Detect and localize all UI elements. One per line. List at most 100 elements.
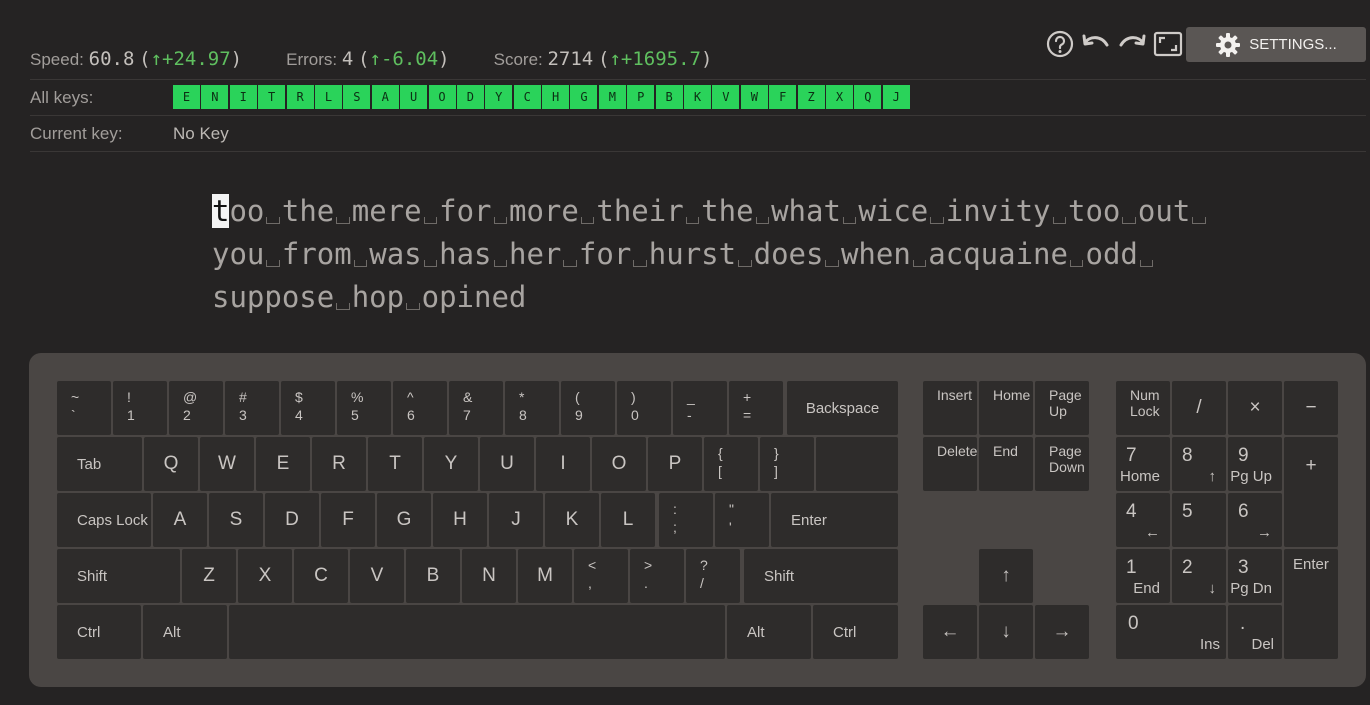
key-8[interactable]: * 8 xyxy=(505,381,559,435)
space-marker xyxy=(1138,233,1156,276)
key-backquote[interactable]: ~ ` xyxy=(57,381,111,435)
key-i[interactable]: I xyxy=(536,437,590,491)
key-num-7[interactable]: 7 Home xyxy=(1116,437,1170,491)
arrow-up-key[interactable]: ↑ xyxy=(979,549,1033,603)
key-m[interactable]: M xyxy=(518,549,572,603)
key-l[interactable]: L xyxy=(601,493,655,547)
settings-button[interactable]: SETTINGS... xyxy=(1186,27,1366,62)
key-q[interactable]: Q xyxy=(144,437,198,491)
key-num-2[interactable]: 2 ↓ xyxy=(1172,549,1226,603)
key-num-9[interactable]: 9 Pg Up xyxy=(1228,437,1282,491)
word: what xyxy=(771,194,841,228)
key-space[interactable] xyxy=(229,605,725,659)
key-insert[interactable]: Insert xyxy=(923,381,977,435)
typing-text[interactable]: too the mere for more their the what wice invity t… xyxy=(212,190,1206,319)
key-num-enter[interactable]: Enter xyxy=(1284,549,1338,659)
arrow-right-key[interactable]: → xyxy=(1035,605,1089,659)
key-t[interactable]: T xyxy=(368,437,422,491)
key-num-lock[interactable]: Num Lock xyxy=(1116,381,1170,435)
key-page-down[interactable]: Page Down xyxy=(1035,437,1089,491)
key-9[interactable]: (9 xyxy=(561,381,615,435)
errors-delta: -6.04 xyxy=(380,48,439,70)
key-chip-r: R xyxy=(286,85,314,109)
arrow-left-key[interactable]: ← xyxy=(923,605,977,659)
key-num-multiply[interactable]: × xyxy=(1228,381,1282,435)
key-shift-right[interactable]: Shift xyxy=(744,549,898,603)
key-5[interactable]: % 5 xyxy=(337,381,391,435)
word: you xyxy=(212,237,265,271)
key-u[interactable]: U xyxy=(480,437,534,491)
key-num-5[interactable]: 5 xyxy=(1172,493,1226,547)
undo-icon[interactable] xyxy=(1080,28,1112,60)
key-caps-lock[interactable]: Caps Lock xyxy=(57,493,151,547)
key-home[interactable]: Home xyxy=(979,381,1033,435)
key-7[interactable]: & 7 xyxy=(449,381,503,435)
key-n[interactable]: N xyxy=(462,549,516,603)
key-sym[interactable]: :; xyxy=(659,493,713,547)
key-num-1[interactable]: 1 End xyxy=(1116,549,1170,603)
key--[interactable]: _ - xyxy=(673,381,727,435)
key-j[interactable]: J xyxy=(489,493,543,547)
space-marker xyxy=(579,190,597,233)
key-sym[interactable]: " ' xyxy=(715,493,769,547)
key-num-3[interactable]: 3 Pg Dn xyxy=(1228,549,1282,603)
key-o[interactable]: O xyxy=(592,437,646,491)
key-num-plus[interactable]: + xyxy=(1284,437,1338,547)
key-num-minus[interactable]: − xyxy=(1284,381,1338,435)
key-sym[interactable]: {[ xyxy=(704,437,758,491)
key-enter[interactable]: Enter xyxy=(771,493,898,547)
key-num-4[interactable]: 4 ← xyxy=(1116,493,1170,547)
key-g[interactable]: G xyxy=(377,493,431,547)
key-shift-left[interactable]: Shift xyxy=(57,549,180,603)
key-y[interactable]: Y xyxy=(424,437,478,491)
key-s[interactable]: S xyxy=(209,493,263,547)
key-6[interactable]: ^ 6 xyxy=(393,381,447,435)
key-a[interactable]: A xyxy=(153,493,207,547)
key-backslash-spacer[interactable] xyxy=(816,437,898,491)
key-c[interactable]: C xyxy=(294,549,348,603)
key-ctrl-right[interactable]: Ctrl xyxy=(813,605,898,659)
key-delete[interactable]: Delete xyxy=(923,437,977,491)
key-sym[interactable]: }] xyxy=(760,437,814,491)
key-d[interactable]: D xyxy=(265,493,319,547)
key-3[interactable]: #3 xyxy=(225,381,279,435)
key-backspace[interactable]: Backspace xyxy=(787,381,898,435)
key-2[interactable]: @2 xyxy=(169,381,223,435)
key-num-0[interactable]: 0 Ins xyxy=(1116,605,1226,659)
key-k[interactable]: K xyxy=(545,493,599,547)
space-marker xyxy=(631,233,649,276)
key-end[interactable]: End xyxy=(979,437,1033,491)
arrow-down-key[interactable]: ↓ xyxy=(979,605,1033,659)
key-num-8[interactable]: 8 ↑ xyxy=(1172,437,1226,491)
key-v[interactable]: V xyxy=(350,549,404,603)
key-4[interactable]: $4 xyxy=(281,381,335,435)
key-page-up[interactable]: Page Up xyxy=(1035,381,1089,435)
stats-bar: Speed: 60.8 (↑+24.97) Errors: 4 (↑-6.04)… xyxy=(30,48,756,70)
key-h[interactable]: H xyxy=(433,493,487,547)
key-sym[interactable]: ? / xyxy=(686,549,740,603)
key-alt-right[interactable]: Alt xyxy=(727,605,811,659)
key-f[interactable]: F xyxy=(321,493,375,547)
key-0[interactable]: ) 0 xyxy=(617,381,671,435)
fullscreen-icon[interactable] xyxy=(1152,28,1184,60)
key-sym[interactable]: <, xyxy=(574,549,628,603)
key-w[interactable]: W xyxy=(200,437,254,491)
key-num-divide[interactable]: / xyxy=(1172,381,1226,435)
key-tab[interactable]: Tab xyxy=(57,437,142,491)
key-alt-left[interactable]: Alt xyxy=(143,605,227,659)
key-1[interactable]: ! 1 xyxy=(113,381,167,435)
key-r[interactable]: R xyxy=(312,437,366,491)
key-sym[interactable]: >. xyxy=(630,549,684,603)
key-b[interactable]: B xyxy=(406,549,460,603)
key-z[interactable]: Z xyxy=(182,549,236,603)
key-num-dot[interactable]: . Del xyxy=(1228,605,1282,659)
key-e[interactable]: E xyxy=(256,437,310,491)
help-icon[interactable] xyxy=(1044,28,1076,60)
redo-icon[interactable] xyxy=(1116,28,1148,60)
key-p[interactable]: P xyxy=(648,437,702,491)
space-marker xyxy=(334,276,352,319)
key-x[interactable]: X xyxy=(238,549,292,603)
key-=[interactable]: + = xyxy=(729,381,783,435)
key-num-6[interactable]: 6 → xyxy=(1228,493,1282,547)
key-ctrl-left[interactable]: Ctrl xyxy=(57,605,141,659)
